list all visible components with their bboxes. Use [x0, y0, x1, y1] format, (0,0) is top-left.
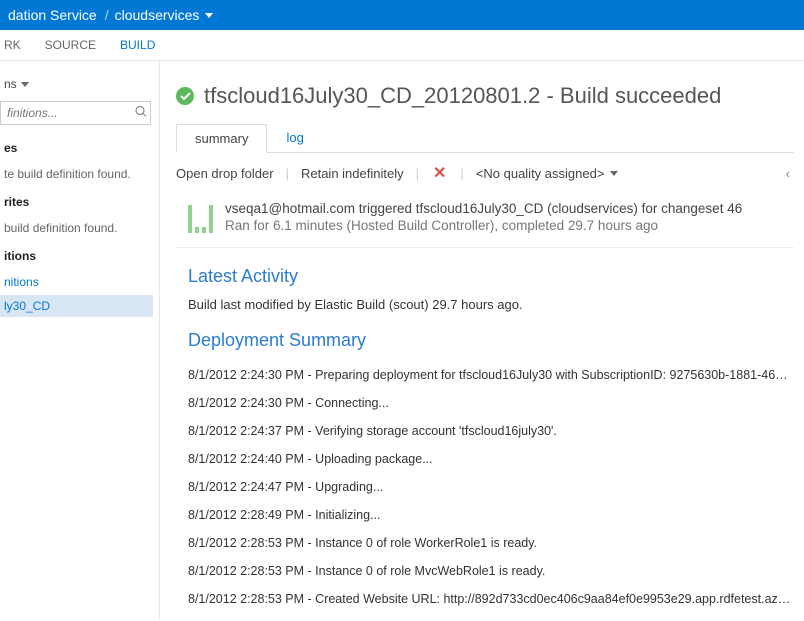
separator: | — [410, 166, 425, 181]
deployment-log-line: 8/1/2012 2:28:53 PM - Instance 0 of role… — [188, 529, 794, 557]
triggered-by-line: vseqa1@hotmail.com triggered tfscloud16J… — [225, 201, 742, 216]
deployment-log-line: 8/1/2012 2:24:30 PM - Preparing deployme… — [188, 361, 794, 389]
subtab-row: summary log — [176, 123, 794, 153]
sidebar-scope-dropdown[interactable]: ns — [0, 71, 153, 97]
deployment-log-line: 8/1/2012 2:28:53 PM - Instance 0 of role… — [188, 557, 794, 585]
sidebar-heading-definitions: itions — [0, 241, 153, 269]
sidebar-empty-msg-2: build definition found. — [0, 215, 153, 241]
project-dropdown[interactable]: cloudservices — [109, 7, 220, 23]
build-summary-block: vseqa1@hotmail.com triggered tfscloud16J… — [176, 193, 794, 248]
nav-prev-icon[interactable]: ‹ — [782, 166, 794, 181]
search-wrap — [0, 101, 151, 125]
chevron-down-icon — [205, 13, 213, 18]
content-area: ns es te build definition found. rites b… — [0, 61, 804, 619]
header-bar: dation Service / cloudservices — [0, 0, 804, 30]
search-input[interactable] — [0, 101, 151, 125]
tab-summary[interactable]: summary — [176, 124, 267, 153]
tab-log[interactable]: log — [267, 123, 322, 152]
run-duration-line: Ran for 6.1 minutes (Hosted Build Contro… — [225, 218, 742, 233]
nav-tab-row: RK SOURCE BUILD — [0, 30, 804, 61]
build-title-row: tfscloud16July30_CD_20120801.2 - Build s… — [176, 83, 794, 109]
project-name: cloudservices — [115, 7, 200, 23]
build-summary-text: vseqa1@hotmail.com triggered tfscloud16J… — [225, 201, 742, 233]
open-drop-folder-link[interactable]: Open drop folder — [176, 166, 274, 181]
quality-dropdown[interactable]: <No quality assigned> — [476, 166, 619, 181]
build-duration-bars — [188, 201, 213, 233]
sidebar-empty-msg-1: te build definition found. — [0, 161, 153, 187]
action-bar: Open drop folder | Retain indefinitely |… — [176, 153, 794, 193]
deployment-log-line: 8/1/2012 2:24:40 PM - Uploading package.… — [188, 445, 794, 473]
separator: | — [454, 166, 469, 181]
delete-icon[interactable]: ✕ — [431, 163, 448, 183]
deployment-log-line: 8/1/2012 2:28:53 PM - Complete. — [188, 613, 794, 619]
success-icon — [176, 87, 194, 105]
search-icon[interactable] — [135, 106, 147, 121]
tab-source[interactable]: SOURCE — [45, 38, 96, 52]
retain-indefinitely-link[interactable]: Retain indefinitely — [301, 166, 404, 181]
tab-build[interactable]: BUILD — [120, 38, 155, 52]
deployment-log-line: 8/1/2012 2:28:53 PM - Created Website UR… — [188, 585, 794, 613]
separator: | — [280, 166, 295, 181]
deployment-log-line: 8/1/2012 2:24:47 PM - Upgrading... — [188, 473, 794, 501]
sidebar-heading-favorites: rites — [0, 187, 153, 215]
page-title: tfscloud16July30_CD_20120801.2 - Build s… — [204, 83, 721, 109]
latest-activity-heading: Latest Activity — [188, 266, 794, 287]
deployment-log-line: 8/1/2012 2:24:30 PM - Connecting... — [188, 389, 794, 417]
sidebar-item-all-definitions[interactable]: nitions — [0, 269, 153, 295]
chevron-down-icon — [610, 171, 618, 176]
chevron-down-icon — [21, 82, 29, 87]
deployment-summary-heading: Deployment Summary — [188, 330, 794, 351]
quality-label: <No quality assigned> — [476, 166, 605, 181]
main-panel: tfscloud16July30_CD_20120801.2 - Build s… — [160, 61, 804, 619]
deployment-log-line: 8/1/2012 2:24:37 PM - Verifying storage … — [188, 417, 794, 445]
sidebar-item-selected-build[interactable]: ly30_CD — [0, 295, 153, 317]
deployment-log-line: 8/1/2012 2:28:49 PM - Initializing... — [188, 501, 794, 529]
tab-work[interactable]: RK — [4, 38, 21, 52]
latest-activity-body: Build last modified by Elastic Build (sc… — [188, 297, 794, 312]
sidebar: ns es te build definition found. rites b… — [0, 61, 160, 619]
breadcrumb-service[interactable]: dation Service — [0, 7, 105, 23]
deployment-list: 8/1/2012 2:24:30 PM - Preparing deployme… — [188, 361, 794, 619]
sidebar-scope-label: ns — [4, 77, 17, 91]
sidebar-heading-queues: es — [0, 133, 153, 161]
